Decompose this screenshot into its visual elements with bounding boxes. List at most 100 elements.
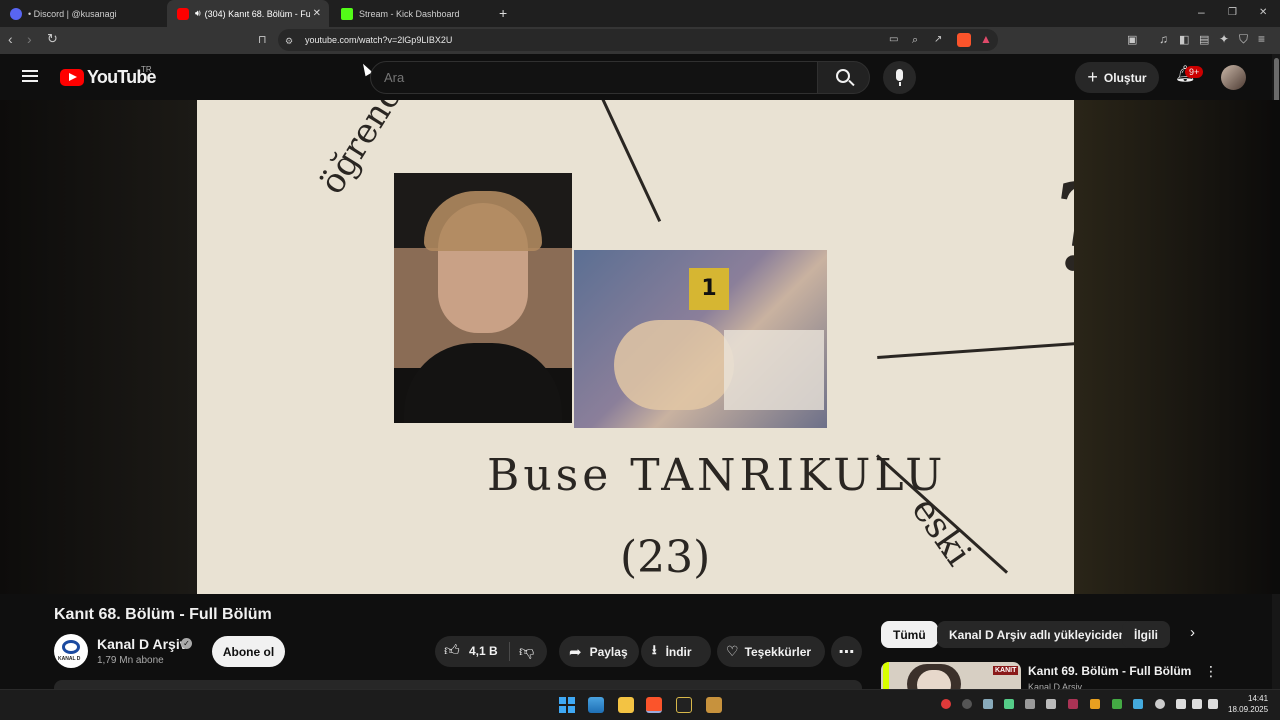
thanks-label: Teşekkürler bbox=[744, 644, 812, 659]
app-pinned-icon[interactable] bbox=[676, 697, 692, 713]
clock-date[interactable]: 18.09.2025 bbox=[1228, 705, 1268, 714]
battery-icon[interactable] bbox=[1208, 699, 1218, 709]
hamburger-menu-icon[interactable] bbox=[22, 70, 38, 82]
tab-youtube[interactable]: 🔊︎ (304) Kanıt 68. Bölüm - Full B ✕ bbox=[167, 0, 329, 27]
tab-label: • Discord | @kusanagi bbox=[28, 8, 117, 19]
tab-discord[interactable]: • Discord | @kusanagi bbox=[0, 0, 165, 27]
notification-badge: 9+ bbox=[1185, 66, 1204, 78]
bookmark-icon[interactable]: ⊓ bbox=[258, 34, 267, 46]
tab-kick[interactable]: Stream - Kick Dashboard bbox=[331, 0, 493, 27]
channel-avatar[interactable]: KANAL D bbox=[54, 634, 88, 668]
wallet-icon[interactable]: ▤ bbox=[1199, 34, 1209, 46]
media-icon[interactable]: ♫ bbox=[1159, 33, 1168, 45]
youtube-tab-icon bbox=[177, 7, 189, 20]
microphone-icon bbox=[896, 69, 903, 81]
search-button[interactable] bbox=[817, 61, 870, 94]
video-frame[interactable]: öğrenci 1 Buse TANRIKULU (23) ? eski bbox=[197, 100, 1074, 594]
vpn-icon[interactable]: ⛉ bbox=[1239, 33, 1248, 45]
channel-name[interactable]: Kanal D Arşiv bbox=[97, 636, 188, 652]
back-icon[interactable]: ‹ bbox=[8, 32, 13, 46]
screenshot-icon[interactable]: ▣ bbox=[1127, 34, 1137, 46]
arrow-up-line bbox=[597, 100, 662, 223]
tray-mic-icon[interactable] bbox=[1155, 699, 1165, 709]
brave-shields-icon[interactable] bbox=[957, 33, 971, 47]
super-thanks-icon: ♡ bbox=[726, 643, 739, 659]
tray-icon[interactable] bbox=[1090, 699, 1100, 709]
subscribe-button[interactable]: Abone ol bbox=[212, 636, 285, 667]
chip-from-uploader[interactable]: Kanal D Arşiv adlı yükleyiciden bbox=[937, 621, 1138, 648]
cast-icon[interactable]: ▭ bbox=[889, 34, 898, 46]
chip-all[interactable]: Tümü bbox=[881, 621, 938, 648]
tray-nvidia-icon[interactable] bbox=[1112, 699, 1122, 709]
share-label: Paylaş bbox=[589, 644, 628, 659]
tray-icon[interactable] bbox=[1133, 699, 1143, 709]
plus-icon: + bbox=[1087, 67, 1098, 87]
tray-steam-icon[interactable] bbox=[983, 699, 993, 709]
share-arrow-icon: ➦ bbox=[569, 643, 582, 661]
browser-tab-bar: • Discord | @kusanagi 🔊︎ (304) Kanıt 68.… bbox=[0, 0, 1280, 27]
account-avatar[interactable] bbox=[1221, 65, 1246, 90]
restore-icon[interactable]: ❐ bbox=[1228, 7, 1237, 19]
voice-search-button[interactable] bbox=[883, 61, 916, 94]
arrow-left-line bbox=[877, 342, 1074, 359]
windows-start-icon[interactable] bbox=[559, 697, 575, 713]
close-tab-icon[interactable]: ✕ bbox=[313, 8, 321, 19]
forward-icon[interactable]: › bbox=[27, 32, 32, 46]
tray-icon[interactable] bbox=[1068, 699, 1078, 709]
network-icon[interactable] bbox=[1176, 699, 1186, 709]
like-icon[interactable]: 👍︎ bbox=[444, 642, 460, 660]
sidebar-icon[interactable]: ◧ bbox=[1179, 34, 1189, 46]
like-divider bbox=[509, 642, 510, 661]
file-explorer-icon[interactable] bbox=[618, 697, 634, 713]
tray-record-icon[interactable] bbox=[941, 699, 951, 709]
create-button[interactable]: + Oluştur bbox=[1075, 62, 1159, 93]
youtube-logo-icon[interactable] bbox=[60, 69, 84, 86]
clock-time[interactable]: 14:41 bbox=[1248, 694, 1268, 703]
evidence-marker: 1 bbox=[689, 268, 729, 310]
more-actions-icon[interactable]: ⋯ bbox=[831, 636, 862, 667]
suspect-photo bbox=[394, 173, 572, 423]
tray-icon[interactable] bbox=[1025, 699, 1035, 709]
discord-icon bbox=[10, 7, 22, 20]
subscriber-count: 1,79 Mn abone bbox=[97, 655, 164, 666]
chevron-right-icon[interactable]: › bbox=[1190, 625, 1195, 640]
note-former: eski bbox=[903, 490, 979, 574]
channel-logo-text: KANAL D bbox=[58, 656, 81, 662]
region-code: TR bbox=[141, 65, 152, 74]
next-video-title[interactable]: Kanıt 69. Bölüm - Full Bölüm bbox=[1028, 664, 1191, 678]
kick-icon bbox=[341, 7, 353, 20]
brave-rewards-icon[interactable]: ▲ bbox=[980, 33, 992, 45]
tab-label: Stream - Kick Dashboard bbox=[359, 8, 460, 19]
close-window-icon[interactable]: ✕ bbox=[1259, 7, 1267, 19]
url-text[interactable]: youtube.com/watch?v=2lGp9LIBX2U bbox=[305, 35, 452, 45]
taskbar bbox=[0, 689, 1280, 720]
next-video-thumbnail[interactable]: KANIT bbox=[881, 662, 1021, 692]
share-button[interactable]: ➦ Paylaş bbox=[559, 636, 639, 667]
brave-browser-icon[interactable] bbox=[646, 697, 662, 713]
search-input[interactable] bbox=[384, 68, 804, 86]
kebab-menu-icon[interactable]: ⋮ bbox=[1204, 664, 1218, 678]
like-count[interactable]: 4,1 B bbox=[469, 644, 498, 658]
volume-icon[interactable] bbox=[1192, 699, 1202, 709]
site-settings-icon[interactable]: ⚙ bbox=[285, 35, 293, 47]
reload-icon[interactable]: ↻ bbox=[47, 32, 58, 45]
new-tab-icon[interactable]: + bbox=[499, 6, 507, 20]
tray-icon[interactable] bbox=[1046, 699, 1056, 709]
share-icon[interactable]: ↗ bbox=[934, 34, 942, 46]
photos-app-icon[interactable] bbox=[588, 697, 604, 713]
zoom-icon[interactable]: ⌕ bbox=[912, 34, 918, 46]
menu-icon[interactable]: ≡ bbox=[1258, 33, 1265, 45]
download-button[interactable]: ⭳ İndir bbox=[641, 636, 711, 667]
minimize-icon[interactable]: – bbox=[1198, 6, 1205, 18]
video-title: Kanıt 68. Bölüm - Full Bölüm bbox=[54, 606, 272, 623]
speaker-icon[interactable]: 🔊︎ bbox=[195, 8, 201, 19]
dislike-icon[interactable]: 👎︎ bbox=[519, 643, 534, 661]
question-mark: ? bbox=[1039, 156, 1074, 303]
leo-ai-icon[interactable]: ✦ bbox=[1219, 33, 1229, 45]
thanks-button[interactable]: ♡ Teşekkürler bbox=[717, 636, 825, 667]
chip-related[interactable]: İlgili bbox=[1122, 621, 1170, 648]
tray-app-icon[interactable] bbox=[962, 699, 972, 709]
game-app-icon[interactable] bbox=[706, 697, 722, 713]
verified-icon: ✓ bbox=[181, 638, 192, 649]
tray-kick-icon[interactable] bbox=[1004, 699, 1014, 709]
